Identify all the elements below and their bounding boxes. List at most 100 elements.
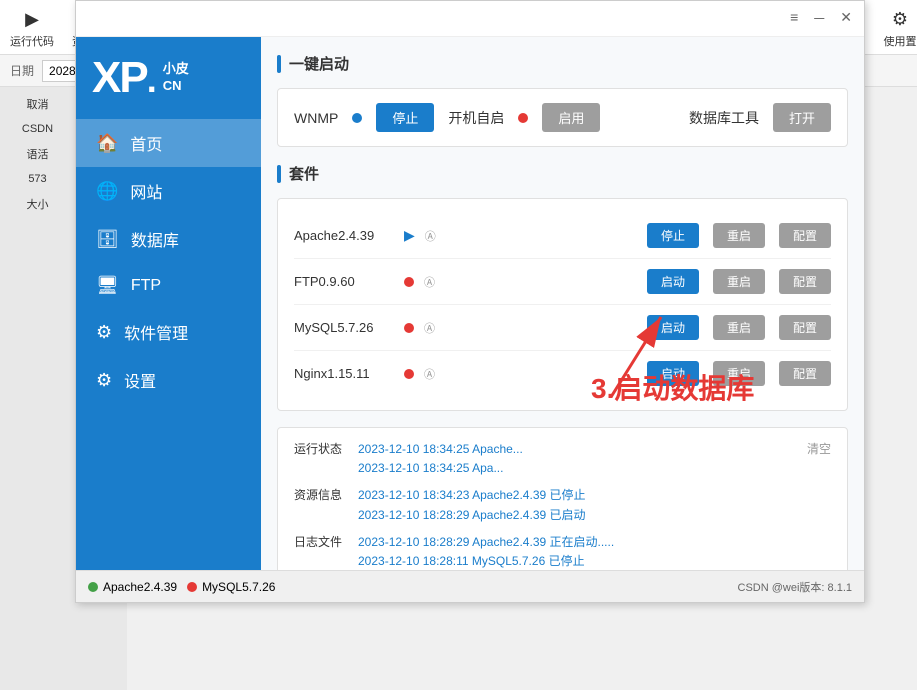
sidebar-yuehuo[interactable]: 语活 xyxy=(0,142,75,166)
statusbar-apache: Apache2.4.39 xyxy=(88,580,177,594)
nav-ftp-label: FTP xyxy=(131,277,161,295)
nav-database[interactable]: 🗄 数据库 xyxy=(76,215,261,263)
sidebar-cancel[interactable]: 取消 xyxy=(0,92,75,116)
log-file-key: 日志文件 xyxy=(294,533,346,570)
apache-auto-icon: Ⓐ xyxy=(425,228,436,244)
toolbar-settings[interactable]: ⚙ 使用置 xyxy=(878,5,917,49)
suite-panel: Apache2.4.39 ▶ Ⓐ 停止 重启 配置 FTP0.9.60 Ⓐ xyxy=(277,198,848,411)
mysql-status-dot xyxy=(404,323,414,333)
apache-config-button[interactable]: 配置 xyxy=(779,223,831,248)
software-icon: ⚙ xyxy=(96,322,112,343)
ftp-auto-icon: Ⓐ xyxy=(424,274,435,290)
ftp-restart-button[interactable]: 重启 xyxy=(713,269,765,294)
nav-settings[interactable]: ⚙ 设置 xyxy=(76,356,261,404)
wnmp-status-dot xyxy=(352,113,362,123)
apache-play-icon[interactable]: ▶ xyxy=(404,227,415,244)
nginx-auto-icon: Ⓐ xyxy=(424,366,435,382)
nginx-name: Nginx1.15.11 xyxy=(294,366,394,381)
nginx-start-button[interactable]: 启动 xyxy=(647,361,699,386)
log-run-status-values: 2023-12-10 18:34:25 Apache... 2023-12-10… xyxy=(358,440,795,478)
open-button[interactable]: 打开 xyxy=(773,103,831,132)
nav-website[interactable]: 🌐 网站 xyxy=(76,167,261,215)
logo-subtitle: 小皮 xyxy=(163,61,189,78)
ftp-config-button[interactable]: 配置 xyxy=(779,269,831,294)
logo-xp: XP . xyxy=(92,53,157,103)
database-icon: 🗄 xyxy=(96,229,119,250)
left-sidebar: 取消 CSDN 语活 573 大小 xyxy=(0,87,75,690)
xp-sidebar: XP . 小皮 CN 🏠 首页 🌐 网站 xyxy=(76,37,261,570)
xp-body: XP . 小皮 CN 🏠 首页 🌐 网站 xyxy=(76,37,864,570)
log-file-value-1: 2023-12-10 18:28:29 Apache2.4.39 正在启动...… xyxy=(358,533,831,552)
log-file-values: 2023-12-10 18:28:29 Apache2.4.39 正在启动...… xyxy=(358,533,831,570)
log-run-status-key: 运行状态 xyxy=(294,440,346,478)
sidebar-573[interactable]: 573 xyxy=(0,169,75,189)
nginx-config-button[interactable]: 配置 xyxy=(779,361,831,386)
mysql-config-button[interactable]: 配置 xyxy=(779,315,831,340)
website-icon: 🌐 xyxy=(96,181,118,202)
apache-stop-button[interactable]: 停止 xyxy=(647,223,699,248)
wnmp-label: WNMP xyxy=(294,110,338,126)
nav-software[interactable]: ⚙ 软件管理 xyxy=(76,308,261,356)
ftp-status-dot xyxy=(404,277,414,287)
apache-status-label: Apache2.4.39 xyxy=(103,580,177,594)
quick-start-panel: WNMP 停止 开机自启 启用 数据库工具 打开 xyxy=(277,88,848,147)
log-resource-row: 资源信息 2023-12-10 18:34:23 Apache2.4.39 已停… xyxy=(294,486,831,524)
log-resource-values: 2023-12-10 18:34:23 Apache2.4.39 已停止 202… xyxy=(358,486,831,524)
mysql-restart-button[interactable]: 重启 xyxy=(713,315,765,340)
nav-home[interactable]: 🏠 首页 xyxy=(76,119,261,167)
suite-row-apache: Apache2.4.39 ▶ Ⓐ 停止 重启 配置 xyxy=(294,213,831,259)
main-layout: 取消 CSDN 语活 573 大小 ≡ － ✕ XP . xyxy=(0,87,917,690)
suite-row-ftp: FTP0.9.60 Ⓐ 启动 重启 配置 xyxy=(294,259,831,305)
sidebar-size[interactable]: 大小 xyxy=(0,192,75,216)
settings-icon: ⚙ xyxy=(886,5,914,33)
log-file-value-2: 2023-12-10 18:28:11 MySQL5.7.26 已停止 xyxy=(358,552,831,570)
toolbar-run-code[interactable]: ▶ 运行代码 xyxy=(10,5,54,49)
enable-button[interactable]: 启用 xyxy=(542,103,600,132)
nav-database-label: 数据库 xyxy=(131,227,179,251)
minimize-button[interactable]: － xyxy=(812,9,826,29)
apache-restart-button[interactable]: 重启 xyxy=(713,223,765,248)
run-code-icon: ▶ xyxy=(18,5,46,33)
stop-button[interactable]: 停止 xyxy=(376,103,434,132)
log-run-status-row: 运行状态 2023-12-10 18:34:25 Apache... 2023-… xyxy=(294,440,831,478)
logo-cn-block: 小皮 CN xyxy=(163,61,189,95)
ftp-name: FTP0.9.60 xyxy=(294,274,394,289)
logo-xp-text: XP xyxy=(92,53,147,103)
nginx-status-dot xyxy=(404,369,414,379)
db-tool-label: 数据库工具 xyxy=(689,108,759,128)
nginx-restart-button[interactable]: 重启 xyxy=(713,361,765,386)
close-button[interactable]: ✕ xyxy=(840,9,852,29)
suite-row-nginx: Nginx1.15.11 Ⓐ 启动 重启 配置 xyxy=(294,351,831,396)
xp-content: 一键启动 WNMP 停止 开机自启 启用 数据库工具 打开 套件 xyxy=(261,37,864,570)
suite-title: 套件 xyxy=(277,163,848,184)
log-run-value-2: 2023-12-10 18:34:25 Apa... xyxy=(358,459,795,478)
toolbar-run-code-label: 运行代码 xyxy=(10,33,54,49)
xp-panel: ≡ － ✕ XP . 小皮 CN xyxy=(75,0,865,603)
apache-status-indicator xyxy=(88,582,98,592)
home-icon: 🏠 xyxy=(96,133,118,154)
menu-button[interactable]: ≡ xyxy=(790,9,798,29)
ftp-start-button[interactable]: 启动 xyxy=(647,269,699,294)
window-controls: ≡ － ✕ xyxy=(790,9,852,29)
nav-ftp[interactable]: 🖥 FTP xyxy=(76,263,261,308)
mysql-status-label: MySQL5.7.26 xyxy=(202,580,275,594)
suite-row-mysql: MySQL5.7.26 Ⓐ 启动 重启 配置 xyxy=(294,305,831,351)
nav-settings-label: 设置 xyxy=(124,368,156,392)
nav-home-label: 首页 xyxy=(130,131,162,155)
log-clear-button[interactable]: 清空 xyxy=(807,440,831,478)
autostart-status-dot xyxy=(518,113,528,123)
logo-dot: . xyxy=(147,59,157,101)
date-label: 日期 xyxy=(10,62,34,79)
sidebar-csdn[interactable]: CSDN xyxy=(0,119,75,139)
mysql-start-button[interactable]: 启动 xyxy=(647,315,699,340)
log-run-value-1: 2023-12-10 18:34:25 Apache... xyxy=(358,440,795,459)
nav-website-label: 网站 xyxy=(130,179,162,203)
log-resource-value-1: 2023-12-10 18:34:23 Apache2.4.39 已停止 xyxy=(358,486,831,505)
log-section: 运行状态 2023-12-10 18:34:25 Apache... 2023-… xyxy=(277,427,848,570)
mysql-name: MySQL5.7.26 xyxy=(294,320,394,335)
toolbar-settings-label: 使用置 xyxy=(884,33,917,49)
xp-logo: XP . 小皮 CN xyxy=(76,37,261,111)
xp-nav: 🏠 首页 🌐 网站 🗄 数据库 🖥 FTP xyxy=(76,111,261,570)
statusbar-mysql: MySQL5.7.26 xyxy=(187,580,275,594)
apache-name: Apache2.4.39 xyxy=(294,228,394,243)
